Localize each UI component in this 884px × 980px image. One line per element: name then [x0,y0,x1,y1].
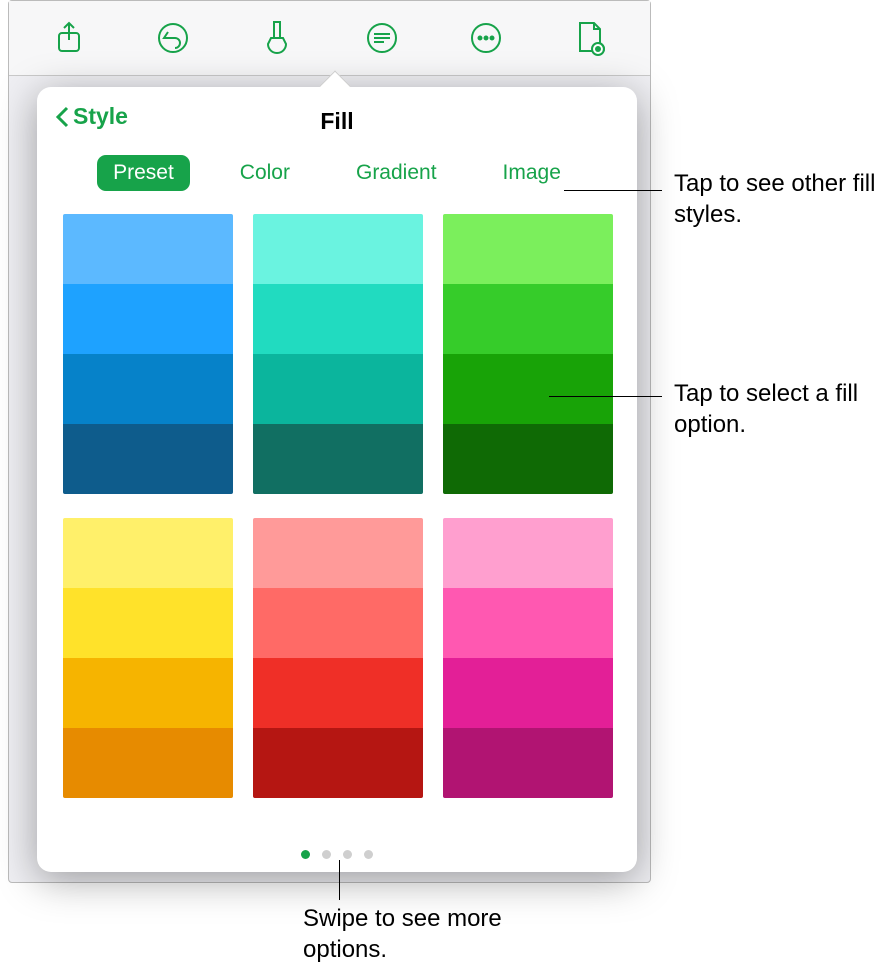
undo-button[interactable] [133,10,213,66]
swatch-shade [443,214,613,284]
preset-swatch-yellow[interactable] [63,518,233,798]
swatch-shade [63,728,233,798]
top-toolbar [9,1,650,76]
app-window: Style Fill Preset Color Gradient Image [8,0,651,883]
callout-swipe: Swipe to see more options. [303,903,513,965]
swatch-shade [63,588,233,658]
swatch-shade [63,354,233,424]
swatch-shade [253,588,423,658]
popover-header: Style Fill [37,97,637,145]
swatch-shade [253,214,423,284]
preset-swatch-blue[interactable] [63,214,233,494]
popover-title: Fill [320,108,353,135]
callout-line [339,860,340,900]
insert-button[interactable] [342,10,422,66]
page-indicator[interactable] [37,835,637,867]
swatch-shade [253,658,423,728]
preset-swatch-grid [37,191,637,835]
back-to-style-button[interactable]: Style [55,103,128,130]
swatch-shade [443,424,613,494]
swatch-shade [443,284,613,354]
swatch-shade [253,518,423,588]
swatch-shade [63,214,233,284]
format-brush-button[interactable] [237,10,317,66]
preset-swatch-pink[interactable] [443,518,613,798]
callout-select-fill: Tap to select a fill option. [674,378,874,440]
swatch-shade [63,518,233,588]
swatch-shade [63,284,233,354]
more-button[interactable] [446,10,526,66]
swatch-shade [253,424,423,494]
back-label: Style [73,103,128,130]
callout-fill-styles: Tap to see other fill styles. [674,168,884,230]
page-dot[interactable] [322,850,331,859]
swatch-shade [253,728,423,798]
fill-popover: Style Fill Preset Color Gradient Image [37,87,637,872]
swatch-shade [63,658,233,728]
document-settings-button[interactable] [550,10,630,66]
preset-swatch-red[interactable] [253,518,423,798]
page-dot[interactable] [343,850,352,859]
swatch-shade [253,354,423,424]
page-dot[interactable] [364,850,373,859]
swatch-shade [443,354,613,424]
swatch-shade [63,424,233,494]
preset-swatch-green[interactable] [443,214,613,494]
tab-color[interactable]: Color [224,155,306,191]
fill-tabs: Preset Color Gradient Image [37,155,637,191]
swatch-shade [443,728,613,798]
preset-swatch-teal[interactable] [253,214,423,494]
share-button[interactable] [29,10,109,66]
callout-line [549,396,662,397]
tab-preset[interactable]: Preset [97,155,190,191]
swatch-shade [253,284,423,354]
swatch-shade [443,658,613,728]
tab-image[interactable]: Image [487,155,577,191]
swatch-shade [443,518,613,588]
page-dot[interactable] [301,850,310,859]
callout-line [564,190,662,191]
tab-gradient[interactable]: Gradient [340,155,453,191]
swatch-shade [443,588,613,658]
